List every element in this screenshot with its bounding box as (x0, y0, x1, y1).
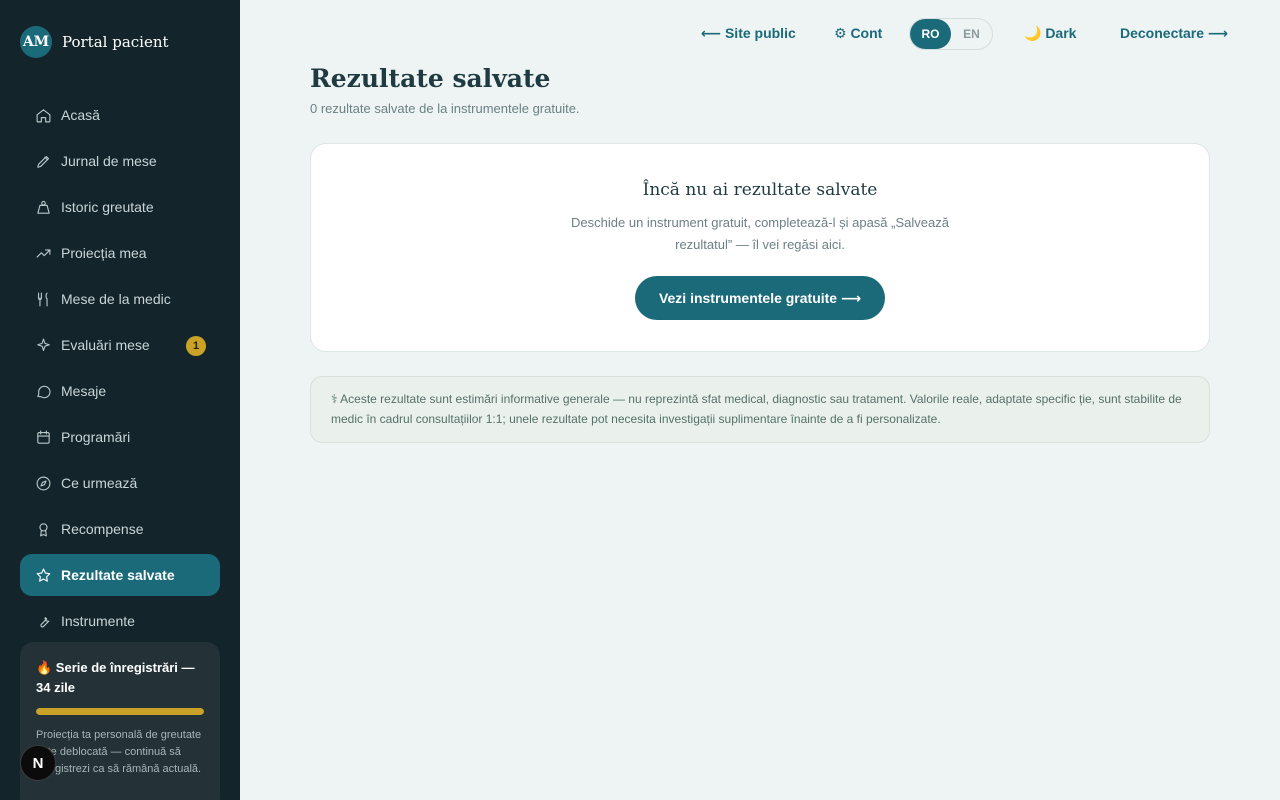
calendar-icon (34, 428, 52, 446)
sidebar-item-label: Istoric greutate (61, 199, 154, 215)
streak-progress-bar (36, 708, 204, 715)
brand[interactable]: AM Portal pacient (20, 26, 169, 58)
wrench-icon (34, 612, 52, 630)
sidebar-item-label: Acasă (61, 107, 100, 123)
account-link[interactable]: ⚙ Cont (834, 25, 882, 42)
brand-title: Portal pacient (62, 33, 169, 51)
sidebar-item-evaluari-mese[interactable]: Evaluări mese 1 (20, 324, 220, 366)
sidebar-item-label: Programări (61, 429, 131, 445)
streak-text: Proiecția ta personală de greutate este … (36, 729, 202, 775)
sidebar-item-rezultate-salvate[interactable]: Rezultate salvate (20, 554, 220, 596)
compass-icon (34, 474, 52, 492)
medical-disclaimer: ⚕ Aceste rezultate sunt estimări informa… (310, 376, 1210, 443)
pencil-icon (34, 152, 52, 170)
site-public-link[interactable]: ⟵ Site public (701, 25, 796, 42)
star-icon (34, 566, 52, 584)
sidebar-item-label: Recompense (61, 521, 144, 537)
language-toggle: RO EN (909, 18, 993, 50)
home-icon (34, 106, 52, 124)
sidebar-nav: Acasă Jurnal de mese Istoric greutate Pr… (20, 94, 220, 646)
sidebar-item-label: Evaluări mese (61, 337, 150, 353)
view-free-tools-button[interactable]: Vezi instrumentele gratuite ⟶ (634, 276, 886, 320)
sidebar-item-instrumente[interactable]: Instrumente (20, 600, 220, 642)
streak-progress-fill (36, 708, 204, 715)
sidebar-item-proiectia-mea[interactable]: Proiecția mea (20, 232, 220, 274)
sparkles-icon (34, 336, 52, 354)
top-bar: ⟵ Site public ⚙ Cont RO EN 🌙 Dark Decone… (600, 18, 1240, 50)
lang-en-button[interactable]: EN (951, 19, 992, 49)
sidebar-item-acasa[interactable]: Acasă (20, 94, 220, 136)
sidebar-item-label: Proiecția mea (61, 245, 147, 261)
sidebar-item-label: Ce urmează (61, 475, 138, 491)
sidebar-item-label: Rezultate salvate (61, 567, 175, 583)
notification-badge: 1 (186, 336, 206, 356)
empty-state-title: Încă nu ai rezultate salvate (642, 180, 878, 200)
avatar: AM (20, 26, 52, 58)
sidebar-item-jurnal-de-mese[interactable]: Jurnal de mese (20, 140, 220, 182)
weight-icon (34, 198, 52, 216)
empty-state-text: Deschide un instrument gratuit, complete… (571, 215, 949, 252)
sidebar-item-recompense[interactable]: Recompense (20, 508, 220, 550)
streak-title: 🔥 Serie de înregistrări — 34 zile (36, 660, 195, 695)
sidebar-item-mese-de-la-medic[interactable]: Mese de la medic (20, 278, 220, 320)
sidebar-item-istoric-greutate[interactable]: Istoric greutate (20, 186, 220, 228)
sidebar-item-label: Mesaje (61, 383, 107, 399)
theme-toggle[interactable]: 🌙 Dark (1024, 25, 1076, 42)
sidebar: AM Portal pacient Acasă Jurnal de mese I… (0, 0, 240, 800)
page-subtitle: 0 rezultate salvate de la instrumentele … (310, 101, 580, 116)
empty-state-card: Încă nu ai rezultate salvate Deschide un… (310, 143, 1210, 352)
chat-bubble-icon (34, 382, 52, 400)
sidebar-item-ce-urmeaza[interactable]: Ce urmează (20, 462, 220, 504)
trending-up-icon (34, 244, 52, 262)
logout-link[interactable]: Deconectare ⟶ (1120, 25, 1228, 42)
sidebar-item-label: Instrumente (61, 613, 135, 629)
lang-ro-button[interactable]: RO (910, 19, 951, 49)
sidebar-item-label: Jurnal de mese (61, 153, 157, 169)
page-title: Rezultate salvate (310, 64, 551, 93)
sidebar-item-label: Mese de la medic (61, 291, 171, 307)
sidebar-item-mesaje[interactable]: Mesaje (20, 370, 220, 412)
sidebar-item-programari[interactable]: Programări (20, 416, 220, 458)
utensils-icon (34, 290, 52, 308)
award-icon (34, 520, 52, 538)
dev-tools-badge[interactable]: N (20, 745, 56, 781)
